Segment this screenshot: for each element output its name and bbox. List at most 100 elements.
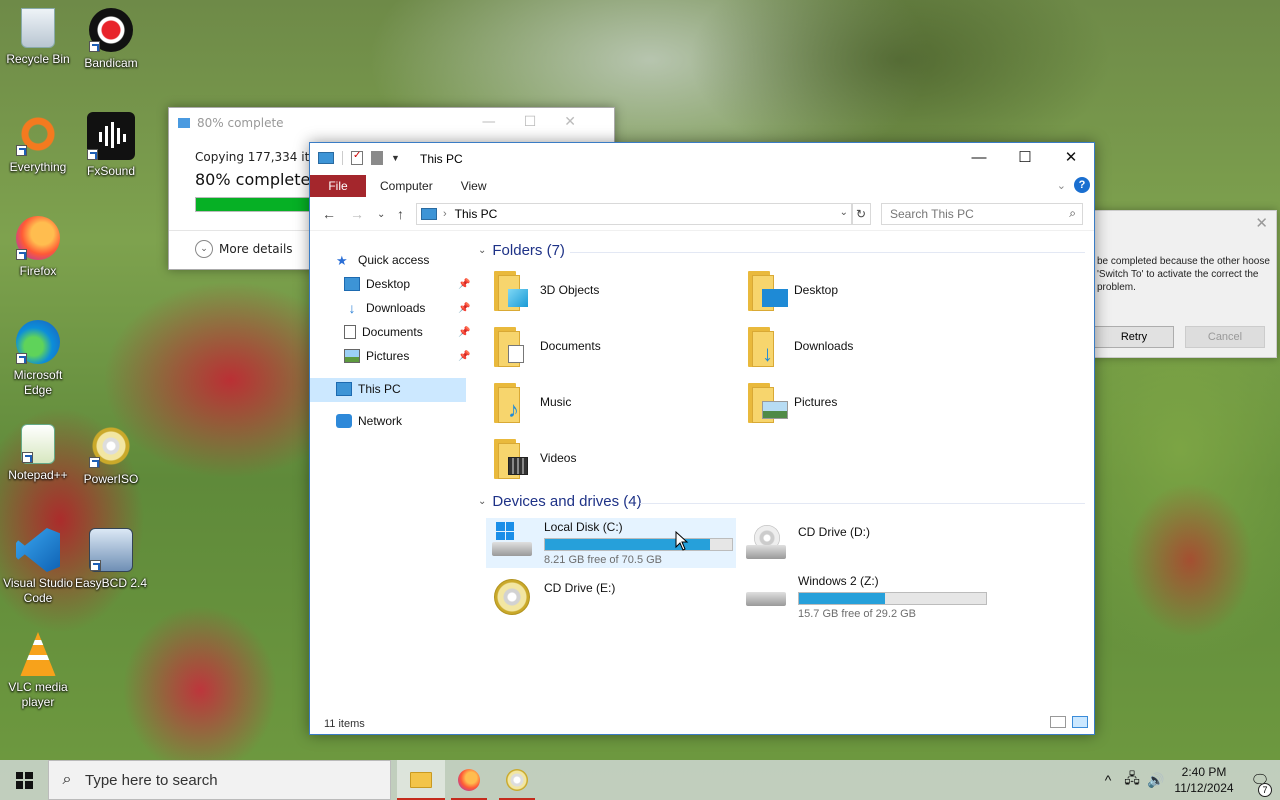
refresh-button[interactable]: ↻ [851, 203, 871, 225]
taskbar-file-explorer[interactable] [397, 760, 445, 800]
folder-tile-pictures[interactable]: Pictures [748, 383, 837, 431]
desktop-icon-poweriso[interactable]: PowerISO [73, 424, 149, 487]
clock[interactable]: 2:40 PM 11/12/2024 [1168, 764, 1240, 796]
desktop-icon-easybcd[interactable]: EasyBCD 2.4 [73, 528, 149, 591]
sidebar-item-network[interactable]: Network [336, 414, 402, 428]
chevron-down-icon: ⌄ [195, 240, 213, 258]
this-pc-icon [336, 382, 352, 396]
notification-count-badge: 7 [1258, 783, 1272, 797]
error-dialog[interactable]: ✕ be completed because the other hoose '… [1090, 210, 1277, 358]
desktop-icon-bandicam[interactable]: Bandicam [73, 8, 149, 71]
address-dropdown-chevron-icon[interactable]: ⌄ [840, 207, 848, 218]
close-button[interactable]: ✕ [1048, 143, 1094, 173]
windows-logo-icon [15, 771, 33, 789]
desktop-icon-label: Firefox [19, 264, 57, 278]
folder-tile-3d-objects[interactable]: 3D Objects [494, 271, 599, 319]
address-bar[interactable]: › This PC ⌄ [416, 203, 853, 225]
maximize-button[interactable]: ☐ [1002, 143, 1048, 173]
desktop-icon-recycle-bin[interactable]: Recycle Bin [0, 8, 76, 67]
folder-tile-documents[interactable]: Documents [494, 327, 601, 375]
group-title: Folders (7) [492, 242, 565, 259]
percent-complete-text: 80% complete [195, 170, 311, 189]
drive-tile-e[interactable]: CD Drive (E:) [490, 579, 615, 619]
explorer-title-bar[interactable]: ▼ This PC — ☐ ✕ [310, 143, 1094, 175]
action-center-button[interactable]: 🗨 7 [1240, 771, 1280, 797]
desktop-icon-microsoft-edge[interactable]: Microsoft Edge [0, 320, 76, 398]
desktop-icon-label: Notepad++ [8, 468, 68, 482]
expand-ribbon-chevron-icon[interactable]: ⌄ [1057, 179, 1066, 192]
sidebar-item-documents[interactable]: Documents 📌 [344, 325, 470, 339]
network-tray-icon[interactable]: 🖧 [1120, 768, 1144, 792]
copy-dialog-title-bar[interactable]: 80% complete —☐✕ [169, 108, 614, 138]
help-icon[interactable]: ? [1074, 177, 1090, 193]
sidebar-item-desktop[interactable]: Desktop 📌 [344, 277, 470, 291]
drive-tile-z[interactable]: Windows 2 (Z:) 15.7 GB free of 29.2 GB [744, 574, 987, 620]
up-arrow-icon[interactable]: ↑ [397, 206, 404, 222]
sidebar-item-quick-access[interactable]: ★ Quick access [336, 253, 429, 268]
document-icon [344, 325, 356, 339]
desktop-icon-notepad-plus-plus[interactable]: Notepad++ [0, 424, 76, 483]
taskbar-search-placeholder: Type here to search [85, 771, 218, 789]
navigation-pane: ★ Quick access Desktop 📌 ↓ Downloads 📌 D… [310, 243, 470, 713]
tab-computer[interactable]: Computer [366, 175, 447, 197]
details-view-icon[interactable] [1050, 716, 1066, 728]
desktop-icon-vlc[interactable]: VLC media player [0, 632, 76, 710]
tiles-view-icon[interactable] [1072, 716, 1088, 728]
pictures-folder-icon [748, 383, 788, 423]
shortcut-arrow-icon [87, 149, 98, 160]
tab-file[interactable]: File [310, 175, 366, 197]
maximize-button[interactable]: ☐ [524, 114, 565, 130]
pin-icon: 📌 [458, 350, 471, 362]
poweriso-icon [506, 769, 528, 791]
recent-locations-chevron-icon[interactable]: ⌄ [377, 209, 385, 220]
shortcut-arrow-icon [16, 145, 27, 156]
windows-drive-icon [490, 520, 534, 560]
back-arrow-icon[interactable]: ← [322, 206, 336, 222]
drive-name: Windows 2 (Z:) [798, 574, 879, 588]
new-folder-icon[interactable] [371, 151, 383, 165]
minimize-button[interactable]: — [956, 143, 1002, 173]
window-title: This PC [420, 152, 463, 166]
cancel-button[interactable]: Cancel [1185, 326, 1265, 348]
show-hidden-icons-chevron-icon[interactable]: ^ [1096, 772, 1120, 788]
folder-tile-music[interactable]: ♪ Music [494, 383, 571, 431]
folder-tile-desktop[interactable]: Desktop [748, 271, 838, 319]
customize-toolbar-chevron-icon[interactable]: ▼ [391, 153, 400, 163]
volume-icon[interactable]: 🔊 [1144, 772, 1168, 789]
drive-tile-d[interactable]: CD Drive (D:) [744, 523, 870, 563]
desktop-icon-fxsound[interactable]: FxSound [73, 112, 149, 179]
desktop-icon-firefox[interactable]: Firefox [0, 216, 76, 279]
pin-icon: 📌 [458, 326, 471, 338]
close-button[interactable]: ✕ [564, 114, 604, 130]
close-button[interactable]: ✕ [1255, 214, 1268, 232]
sidebar-item-pictures[interactable]: Pictures 📌 [344, 349, 470, 363]
desktop-folder-icon [748, 271, 788, 311]
taskbar-poweriso[interactable] [493, 760, 541, 800]
desktop-icon-vscode[interactable]: Visual Studio Code [0, 528, 76, 606]
clock-date: 11/12/2024 [1174, 781, 1234, 795]
desktop-icon-label: EasyBCD 2.4 [74, 576, 148, 590]
tab-view[interactable]: View [447, 175, 501, 197]
retry-button[interactable]: Retry [1094, 326, 1174, 348]
sidebar-item-this-pc[interactable]: This PC [336, 382, 401, 396]
folder-tile-videos[interactable]: Videos [494, 439, 576, 487]
devices-group-header[interactable]: ⌄ Devices and drives (4) [478, 493, 642, 510]
search-input[interactable]: Search This PC ⌕ [881, 203, 1083, 225]
folder-name: Downloads [794, 339, 854, 353]
taskbar-firefox[interactable] [445, 760, 493, 800]
this-pc-icon [318, 152, 334, 164]
start-button[interactable] [0, 760, 48, 800]
more-details-button[interactable]: ⌄ More details [195, 240, 293, 258]
taskbar-search-box[interactable]: ⌕ Type here to search [48, 760, 391, 800]
drive-tile-c[interactable]: Local Disk (C:) 8.21 GB free of 70.5 GB [486, 518, 736, 568]
file-explorer-window[interactable]: ▼ This PC — ☐ ✕ File Computer View ⌄ ? ←… [309, 142, 1095, 735]
forward-arrow-icon[interactable]: → [350, 206, 364, 222]
desktop-icon-everything[interactable]: Everything [0, 112, 76, 175]
folder-tile-downloads[interactable]: ↓ Downloads [748, 327, 853, 375]
sidebar-item-downloads[interactable]: ↓ Downloads 📌 [344, 301, 471, 315]
drive-name: CD Drive (E:) [544, 581, 616, 595]
properties-icon[interactable] [351, 150, 363, 165]
folders-group-header[interactable]: ⌄ Folders (7) [478, 242, 565, 259]
network-icon [336, 414, 352, 428]
minimize-button[interactable]: — [482, 114, 524, 130]
